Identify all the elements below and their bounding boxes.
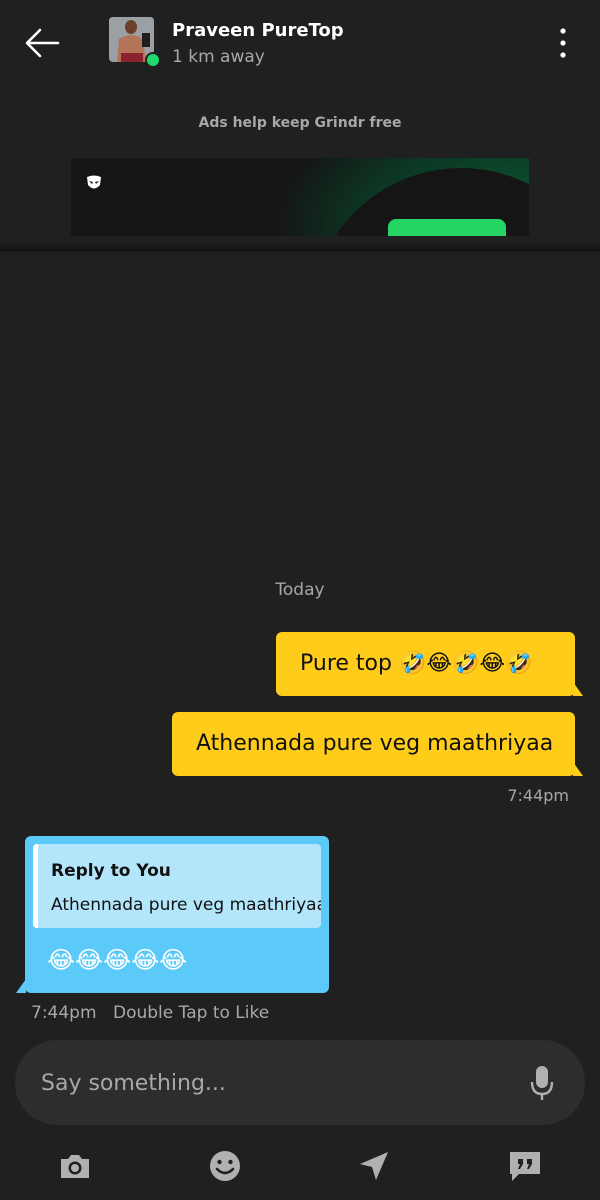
reply-title: Reply to You [51,861,171,881]
saved-phrases-icon[interactable] [507,1148,543,1184]
grindr-mask-icon [87,175,101,189]
message-composer [15,1040,585,1127]
outgoing-message[interactable]: Pure top 🤣😂🤣😂🤣 [276,632,583,696]
more-options-icon[interactable] [549,26,577,60]
online-status-dot [145,52,161,68]
camera-icon[interactable] [57,1148,93,1184]
profile-distance: 1 km away [172,47,265,67]
message-timestamp: 7:44pm [31,1003,97,1023]
emoji-icon[interactable] [207,1148,243,1184]
reply-quoted-text: Athennada pure veg maathriyaa [51,895,321,915]
back-arrow-icon[interactable] [24,26,60,60]
incoming-message[interactable]: Reply to You Athennada pure veg maathriy… [16,836,329,993]
chat-header: Praveen PureTop 1 km away [0,0,600,88]
ads-caption: Ads help keep Grindr free [198,115,402,131]
reply-quote[interactable]: Reply to You Athennada pure veg maathriy… [33,844,321,928]
date-separator: Today [275,580,325,600]
double-tap-like-hint: Double Tap to Like [113,1003,270,1023]
message-timestamp: 7:44pm [507,786,569,805]
ad-banner[interactable] [71,158,529,236]
message-text: Athennada pure veg maathriyaa [196,731,554,756]
microphone-icon[interactable] [529,1064,555,1102]
location-icon[interactable] [356,1148,392,1184]
profile-name[interactable]: Praveen PureTop [172,20,344,41]
ad-divider [0,244,600,249]
message-text: Pure top 🤣😂🤣😂🤣 [300,651,533,676]
message-input[interactable] [39,1040,513,1127]
message-text: 😂😂😂😂😂 [47,946,188,974]
ad-cta-button[interactable] [388,219,506,236]
outgoing-message[interactable]: Athennada pure veg maathriyaa [172,712,583,776]
